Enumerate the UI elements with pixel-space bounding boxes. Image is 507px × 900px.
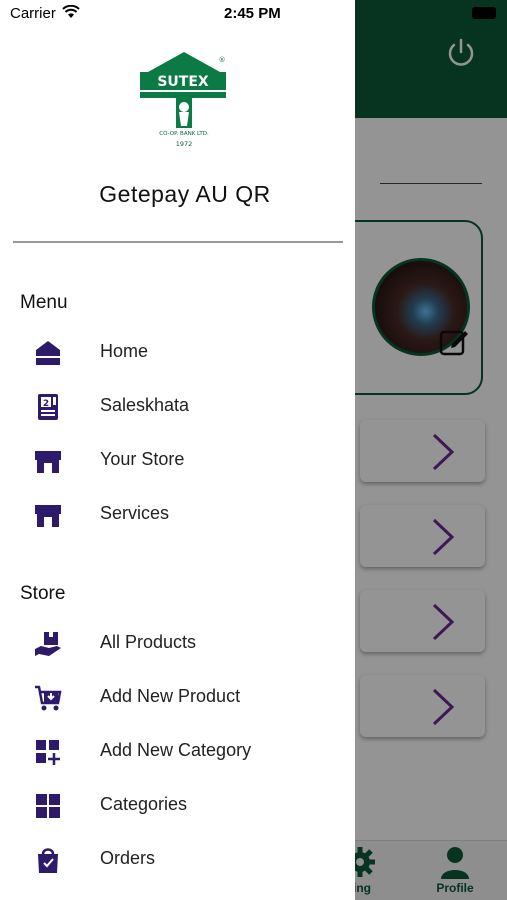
menu-item-label: Saleskhata [100,395,190,415]
battery-icon [472,7,496,19]
svg-text:2: 2 [43,399,49,409]
logo-registered-mark: ® [219,56,226,64]
section-title-store: Store [20,583,66,604]
menu-item-add-new-category[interactable]: Add New Category [0,729,355,773]
hand-box-icon [35,632,61,656]
store-icon [35,505,61,527]
drawer-divider [13,241,343,243]
carrier-label: Carrier [10,5,56,22]
logo-year: 1972 [176,140,193,148]
menu-item-label: Your Store [100,449,185,469]
wifi-icon [62,5,80,18]
section-title-menu: Menu [20,292,68,313]
menu-item-orders[interactable]: Orders [0,837,355,881]
grid-icon [36,794,60,818]
menu-item-label: Categories [100,794,188,814]
menu-item-saleskhata[interactable]: 2 Saleskhata [0,384,355,428]
logo-text: SUTEX [157,74,209,90]
navigation-drawer: SUTEX ® CO-OP. BANK LTD. 1972 Getepay AU… [0,0,355,900]
sutex-bank-logo: SUTEX ® CO-OP. BANK LTD. 1972 [140,52,226,148]
menu-item-label: Add New Category [100,740,252,760]
cart-add-icon [35,685,62,711]
menu-item-label: Home [100,341,149,361]
logo-subtext: CO-OP. BANK LTD. [159,131,209,137]
menu-item-services[interactable]: Services [0,492,355,536]
store-icon [35,451,61,473]
menu-item-add-new-product[interactable]: Add New Product [0,675,355,719]
home-icon [36,341,60,365]
ledger-icon: 2 [38,394,58,420]
menu-item-all-products[interactable]: All Products [0,621,355,665]
menu-item-label: Orders [100,848,156,868]
menu-item-label: Add New Product [100,686,241,706]
menu-item-label: Services [100,503,170,523]
menu-item-home[interactable]: Home [0,330,355,374]
drawer-title: Getepay AU QR [99,181,271,207]
menu-item-categories[interactable]: Categories [0,783,355,827]
status-bar: Carrier 2:45 PM [0,0,507,30]
menu-item-your-store[interactable]: Your Store [0,438,355,482]
menu-item-label: All Products [100,632,197,652]
status-time: 2:45 PM [224,5,281,22]
grid-add-icon [36,740,60,765]
shopping-bag-icon [38,848,58,873]
